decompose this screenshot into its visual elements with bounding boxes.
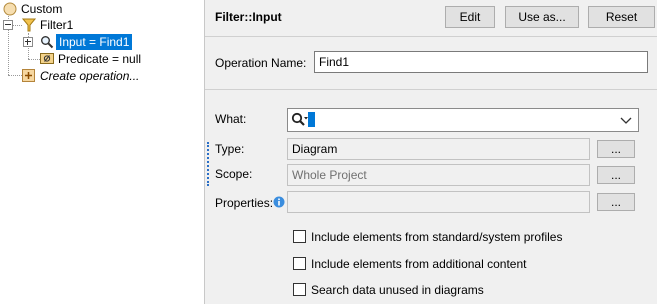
operation-name-label: Operation Name: [215, 56, 307, 70]
root-package-icon [3, 2, 17, 16]
properties-panel: Filter::Input Edit Use as... Reset Opera… [205, 0, 657, 304]
what-label: What: [215, 112, 247, 126]
tree-node-label: Custom [21, 2, 63, 16]
search-icon [291, 112, 308, 126]
operation-name-input[interactable]: Find1 [314, 51, 648, 73]
type-value: Diagram [292, 142, 338, 156]
unused-data-label[interactable]: Search data unused in diagrams [311, 283, 484, 297]
section-divider [205, 89, 657, 90]
expand-toggle[interactable] [23, 37, 33, 47]
additional-content-checkbox[interactable] [293, 257, 306, 270]
scope-value: Whole Project [292, 168, 367, 182]
focus-marker [207, 142, 209, 186]
additional-content-label[interactable]: Include elements from additional content [311, 257, 526, 271]
magnifier-icon [41, 36, 54, 49]
type-field: Diagram [287, 138, 590, 160]
panel-title: Filter::Input [215, 10, 282, 24]
reset-button[interactable]: Reset [588, 6, 655, 28]
unused-data-checkbox[interactable] [293, 283, 306, 296]
operations-tree: Custom Filter1 Input = Find1 Predicate =… [0, 0, 204, 304]
text-caret [308, 112, 315, 127]
type-browse-button[interactable]: ... [597, 140, 635, 158]
properties-label: Properties: [215, 196, 274, 210]
scope-field: Whole Project [287, 164, 590, 186]
filter-funnel-icon [22, 18, 36, 32]
scope-label: Scope: [215, 167, 253, 181]
what-combobox[interactable] [287, 108, 639, 132]
standard-profiles-label[interactable]: Include elements from standard/system pr… [311, 230, 562, 244]
chevron-down-icon[interactable] [620, 117, 632, 125]
use-as-button[interactable]: Use as... [505, 6, 579, 28]
properties-field [287, 191, 590, 213]
tree-node-label: Filter1 [40, 18, 74, 32]
type-label: Type: [215, 142, 245, 156]
tree-connector [28, 59, 40, 60]
tree-node-label: Predicate = null [58, 52, 142, 66]
info-icon [273, 196, 285, 208]
tree-node-label: Input = Find1 [56, 34, 133, 50]
operation-name-value: Find1 [319, 55, 350, 69]
header-divider [205, 36, 657, 37]
tree-node-label: Create operation... [40, 69, 140, 83]
tree-connector [8, 75, 22, 76]
add-operation-icon [22, 69, 35, 82]
edit-button[interactable]: Edit [445, 6, 495, 28]
standard-profiles-checkbox[interactable] [293, 230, 306, 243]
properties-browse-button[interactable]: ... [597, 193, 635, 211]
predicate-icon [40, 53, 54, 64]
collapse-toggle[interactable] [3, 20, 13, 30]
scope-browse-button[interactable]: ... [597, 166, 635, 184]
